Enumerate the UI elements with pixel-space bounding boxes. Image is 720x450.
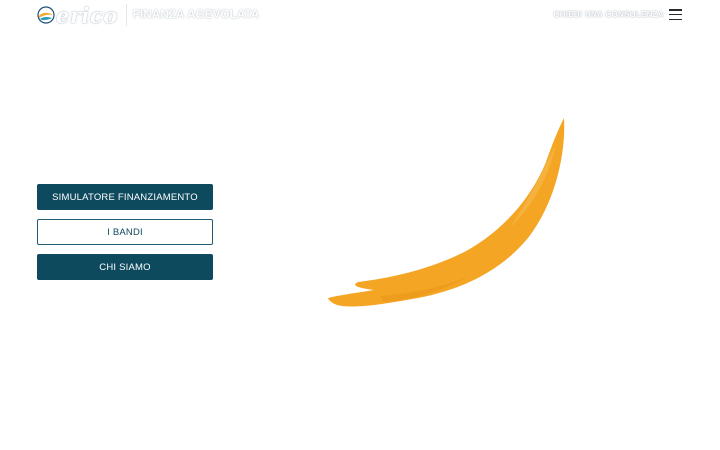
- orange-brush-stroke-icon: [328, 118, 565, 307]
- grants-button[interactable]: I BANDI: [37, 219, 213, 245]
- brand-logo[interactable]: erico FINANZA AGEVOLATA: [37, 3, 259, 27]
- brand-tagline: FINANZA AGEVOLATA: [132, 9, 260, 21]
- brand-name: erico: [56, 2, 118, 28]
- simulator-button[interactable]: SIMULATORE FINANZIAMENTO: [37, 184, 213, 210]
- menu-line: [669, 18, 682, 20]
- menu-line: [669, 13, 682, 16]
- consultation-link[interactable]: CHIEDI UNA CONSULENZA: [554, 10, 664, 19]
- hamburger-menu-icon[interactable]: [669, 9, 682, 20]
- logo-divider: [125, 4, 127, 26]
- about-us-button[interactable]: CHI SIAMO: [37, 254, 213, 280]
- globe-logo-icon: [37, 6, 55, 24]
- site-header: erico FINANZA AGEVOLATA CHIEDI UNA CONSU…: [0, 0, 720, 30]
- menu-line: [669, 9, 682, 11]
